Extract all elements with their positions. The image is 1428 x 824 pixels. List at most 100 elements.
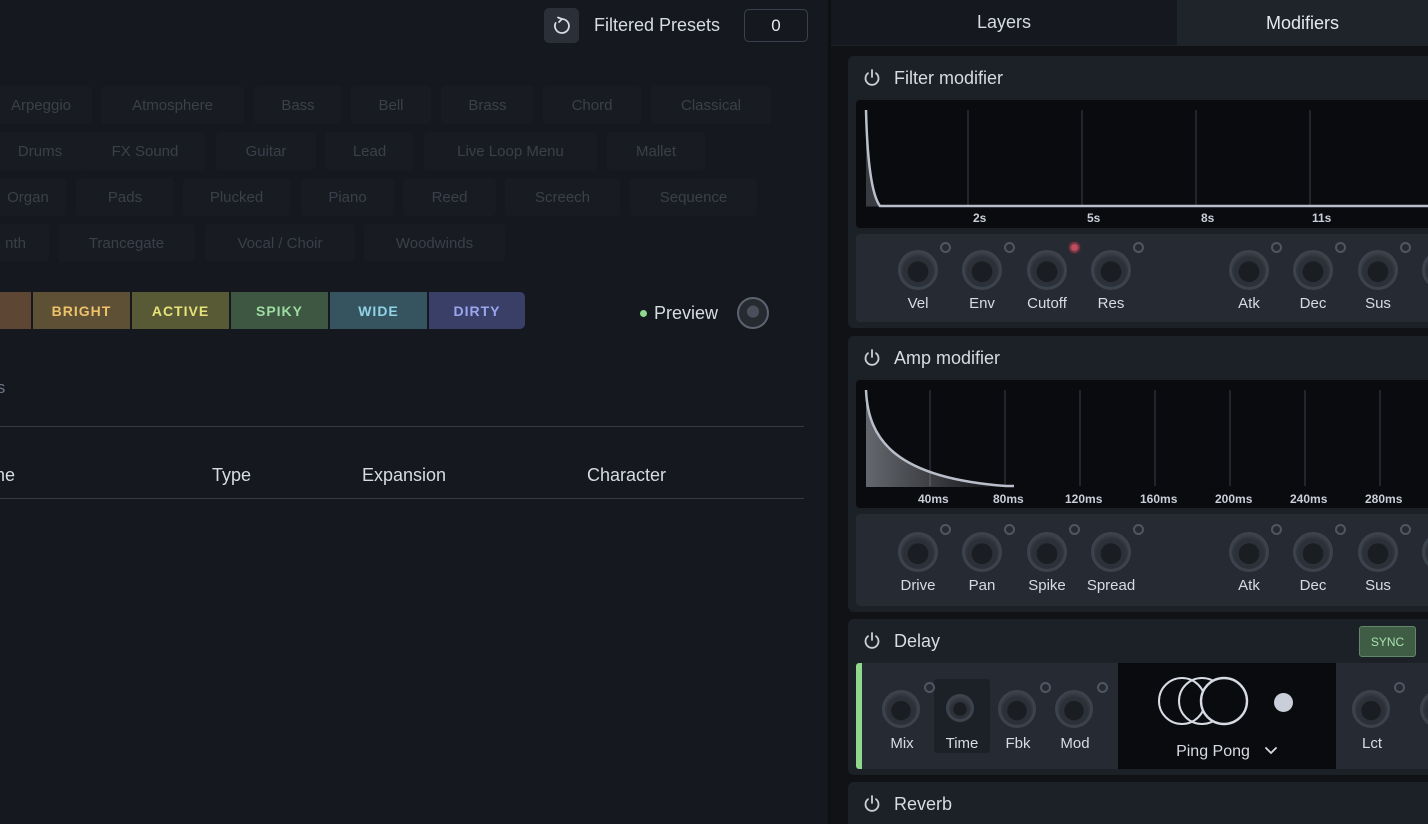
category-lead[interactable]: Lead <box>325 132 414 170</box>
power-icon[interactable] <box>862 631 882 651</box>
knob-label: Dec <box>1299 577 1327 594</box>
reverb-title: Reverb <box>894 793 953 814</box>
knob-dial[interactable] <box>1027 532 1067 572</box>
category-drums[interactable]: Drums <box>0 132 90 170</box>
amp-envelope-graph[interactable]: 40ms 80ms 120ms 160ms 200ms 240ms 280ms <box>856 380 1428 508</box>
knob-rel[interactable] <box>1406 240 1428 320</box>
knob-dial[interactable] <box>898 250 938 290</box>
knob-dec[interactable]: Dec <box>1277 522 1347 602</box>
category-piano[interactable]: Piano <box>301 178 394 216</box>
knob-lct[interactable]: Lct <box>1336 680 1406 760</box>
knob-atk[interactable]: Atk <box>1213 522 1283 602</box>
filter-envelope-graph[interactable]: 2s 5s 8s 11s <box>856 100 1428 228</box>
delay-title: Delay <box>894 630 941 651</box>
mod-indicator[interactable] <box>1097 682 1108 693</box>
tag-dirty[interactable]: DIRTY <box>429 292 525 329</box>
category-live-loop-menu[interactable]: Live Loop Menu <box>424 132 597 170</box>
knob-dial[interactable] <box>962 532 1002 572</box>
knob-dial[interactable] <box>1055 690 1093 728</box>
preview-volume-knob[interactable] <box>737 297 769 329</box>
knob-dial[interactable] <box>1422 532 1428 572</box>
column-character[interactable]: Character <box>587 465 666 486</box>
category-plucked[interactable]: Plucked <box>183 178 290 216</box>
category-sequence[interactable]: Sequence <box>630 178 757 216</box>
category-trancegate[interactable]: Trancegate <box>58 224 195 262</box>
knob-dial[interactable] <box>1422 250 1428 290</box>
delay-filter-group: Lct <box>1336 663 1428 769</box>
knob-dial[interactable] <box>882 690 920 728</box>
category-screech[interactable]: Screech <box>505 178 620 216</box>
column-type[interactable]: Type <box>212 465 251 486</box>
category-synth[interactable]: nth <box>0 224 49 262</box>
knob-atk[interactable]: Atk <box>1213 240 1283 320</box>
category-bell[interactable]: Bell <box>351 86 431 124</box>
category-guitar[interactable]: Guitar <box>216 132 316 170</box>
column-expansion[interactable]: Expansion <box>362 465 446 486</box>
reset-filters-button[interactable] <box>544 8 579 43</box>
knob-sus[interactable]: Sus <box>1342 522 1412 602</box>
mod-indicator[interactable] <box>1133 524 1144 535</box>
category-atmosphere[interactable]: Atmosphere <box>101 86 244 124</box>
knob-mod[interactable]: Mod <box>1039 680 1109 760</box>
knob-dial[interactable] <box>1352 690 1390 728</box>
knob-label: Sus <box>1365 295 1391 312</box>
knob-env[interactable]: Env <box>946 240 1016 320</box>
power-icon[interactable] <box>862 794 882 814</box>
tab-modifiers[interactable]: Modifiers <box>1177 0 1428 46</box>
amp-tick-label: 40ms <box>918 492 949 506</box>
category-fx-sound[interactable]: FX Sound <box>84 132 206 170</box>
mod-indicator[interactable] <box>1133 242 1144 253</box>
category-pads[interactable]: Pads <box>76 178 174 216</box>
knob-dial[interactable] <box>1027 250 1067 290</box>
power-icon[interactable] <box>862 68 882 88</box>
knob-dial[interactable] <box>1293 250 1333 290</box>
knob-dial[interactable] <box>1293 532 1333 572</box>
category-organ[interactable]: Organ <box>0 178 66 216</box>
knob-dial[interactable] <box>1358 532 1398 572</box>
sync-button[interactable]: SYNC <box>1359 626 1416 657</box>
delay-mode-selector[interactable]: Ping Pong <box>1118 663 1336 769</box>
knob-drive[interactable]: Drive <box>882 522 952 602</box>
knob-dial[interactable] <box>946 694 974 722</box>
tag-spiky[interactable]: SPIKY <box>231 292 328 329</box>
knob-spike[interactable]: Spike <box>1011 522 1081 602</box>
amp-modifier-title: Amp modifier <box>894 347 1001 368</box>
category-mallet[interactable]: Mallet <box>607 132 705 170</box>
category-brass[interactable]: Brass <box>441 86 534 124</box>
knob-rel[interactable] <box>1406 522 1428 602</box>
category-bass[interactable]: Bass <box>254 86 342 124</box>
knob-dial[interactable] <box>998 690 1036 728</box>
delay-mode-label: Ping Pong <box>1176 743 1250 760</box>
tag-active[interactable]: ACTIVE <box>132 292 229 329</box>
knob-cutoff[interactable]: Cutoff <box>1011 240 1081 320</box>
knob-res[interactable]: Res <box>1075 240 1145 320</box>
knob-dial[interactable] <box>1358 250 1398 290</box>
category-woodwinds[interactable]: Woodwinds <box>364 224 505 262</box>
tag-bright[interactable]: BRIGHT <box>33 292 130 329</box>
knob-dial[interactable] <box>962 250 1002 290</box>
knob-dec[interactable]: Dec <box>1277 240 1347 320</box>
category-chord[interactable]: Chord <box>543 86 641 124</box>
knob-hct-dial[interactable] <box>1420 690 1428 728</box>
knob-sus[interactable]: Sus <box>1342 240 1412 320</box>
category-arpeggio[interactable]: Arpeggio <box>0 86 92 124</box>
knob-dial[interactable] <box>1091 250 1131 290</box>
category-vocal-choir[interactable]: Vocal / Choir <box>205 224 355 262</box>
knob-vel[interactable]: Vel <box>882 240 952 320</box>
column-name[interactable]: me <box>0 465 15 486</box>
knob-dial[interactable] <box>1229 532 1269 572</box>
preview-toggle[interactable]: Preview <box>640 303 718 324</box>
tab-layers[interactable]: Layers <box>831 0 1177 46</box>
tag-wide[interactable]: WIDE <box>330 292 427 329</box>
category-reed[interactable]: Reed <box>403 178 496 216</box>
knob-dial[interactable] <box>1229 250 1269 290</box>
knob-dial[interactable] <box>1091 532 1131 572</box>
power-icon[interactable] <box>862 348 882 368</box>
knob-pan[interactable]: Pan <box>946 522 1016 602</box>
tag-partial[interactable]: E <box>0 292 31 329</box>
knob-spread[interactable]: Spread <box>1075 522 1145 602</box>
mod-indicator[interactable] <box>1394 682 1405 693</box>
knob-dial[interactable] <box>898 532 938 572</box>
category-classical[interactable]: Classical <box>651 86 771 124</box>
knob-label: Res <box>1097 295 1125 312</box>
